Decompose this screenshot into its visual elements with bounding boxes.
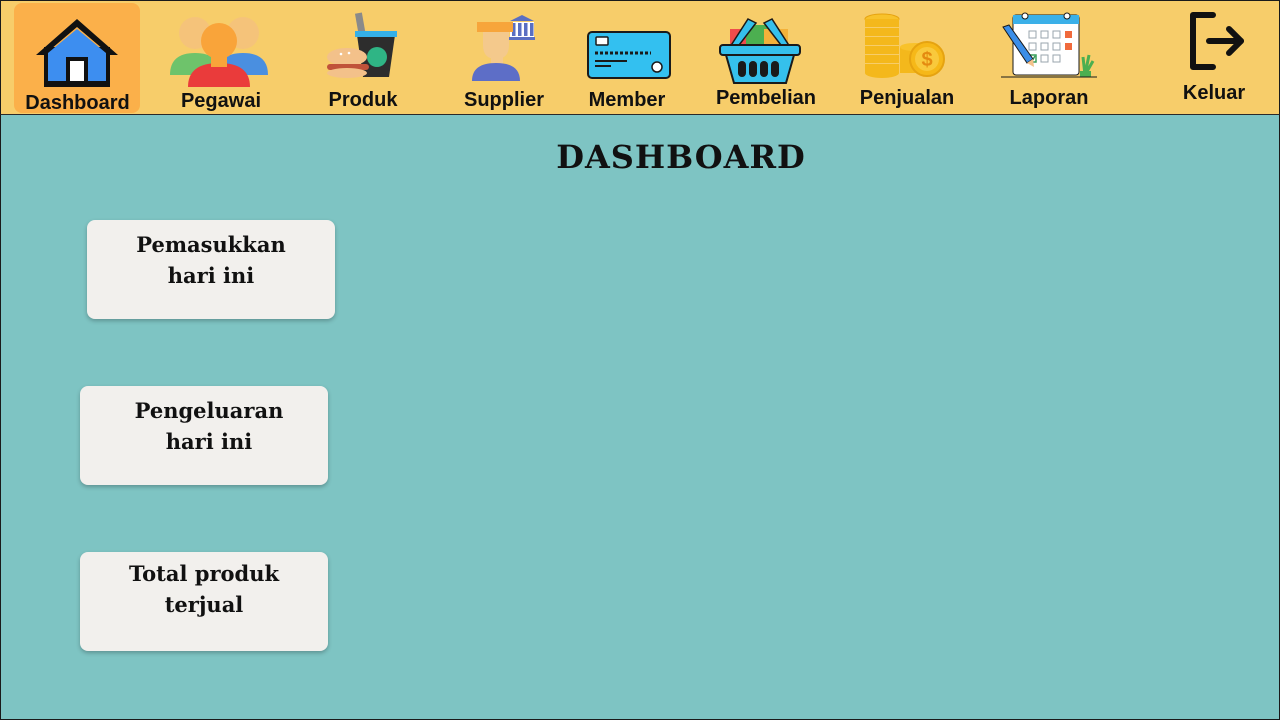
logout-icon — [1190, 12, 1244, 70]
member-card-icon — [587, 31, 671, 79]
calendar-report-icon — [1001, 12, 1097, 78]
nav-penjualan[interactable]: $ Penjualan — [846, 1, 968, 115]
house-icon — [36, 19, 118, 87]
top-navbar: Dashboard Pegawai Produk Supplier Member… — [0, 0, 1280, 115]
income-today-label: Pemasukkan hari ini — [136, 232, 286, 288]
svg-text:$: $ — [921, 49, 932, 71]
shopping-basket-icon — [719, 18, 801, 84]
nav-pegawai-label: Pegawai — [180, 90, 262, 112]
income-today-card: Pemasukkan hari ini — [87, 220, 335, 319]
nav-pembelian[interactable]: Pembelian — [704, 1, 828, 115]
expense-today-label: Pengeluaran hari ini — [134, 398, 284, 454]
nav-supplier[interactable]: Supplier — [444, 1, 564, 115]
nav-dashboard[interactable]: Dashboard — [1, 1, 151, 115]
nav-member[interactable]: Member — [567, 1, 687, 115]
nav-dashboard-label: Dashboard — [25, 92, 130, 114]
nav-keluar[interactable]: Keluar — [1166, 1, 1262, 115]
nav-pegawai[interactable]: Pegawai — [161, 1, 281, 115]
nav-member-label: Member — [588, 89, 666, 111]
nav-produk-label: Produk — [328, 89, 398, 111]
page-title: DASHBOARD — [556, 138, 806, 176]
nav-laporan-label: Laporan — [1009, 87, 1089, 109]
nav-keluar-label: Keluar — [1182, 82, 1246, 104]
supplier-person-icon — [472, 15, 535, 81]
expense-today-card: Pengeluaran hari ini — [80, 386, 328, 485]
nav-produk[interactable]: Produk — [303, 1, 423, 115]
employees-icon — [170, 17, 268, 87]
nav-supplier-label: Supplier — [463, 89, 544, 111]
food-drink-icon — [327, 12, 397, 78]
nav-pembelian-label: Pembelian — [715, 87, 817, 109]
nav-laporan[interactable]: Laporan — [989, 1, 1109, 115]
products-sold-card: Total produk terjual — [80, 552, 328, 651]
nav-penjualan-label: Penjualan — [859, 87, 955, 109]
products-sold-label: Total produk terjual — [128, 561, 280, 617]
coins-icon: $ — [864, 13, 945, 78]
